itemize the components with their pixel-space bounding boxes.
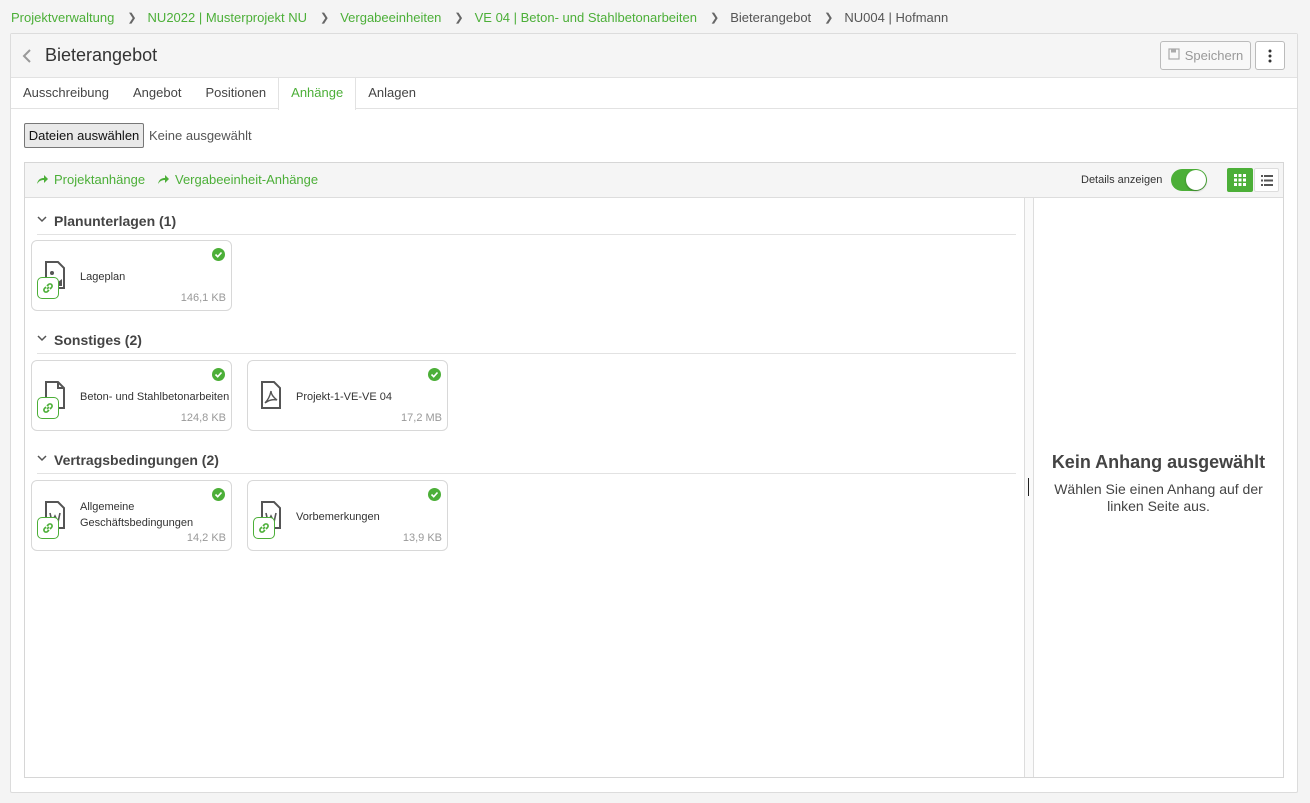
breadcrumb-current-bieterangebot: Bieterangebot xyxy=(730,9,812,25)
check-circle-icon xyxy=(428,368,441,384)
details-toggle[interactable] xyxy=(1171,169,1207,191)
attachment-detail-pane: Kein Anhang ausgewählt Wählen Sie einen … xyxy=(1034,198,1283,777)
link-icon xyxy=(37,517,59,539)
breadcrumb: Projektverwaltung ❯ NU2022 | Musterproje… xyxy=(11,8,948,26)
file-card-projekt-pdf[interactable]: Projekt-1-VE-VE 04 17,2 MB xyxy=(247,360,448,431)
breadcrumb-separator-icon: ❯ xyxy=(127,11,137,24)
list-icon xyxy=(1260,174,1273,186)
page-header: Bieterangebot Speichern xyxy=(11,34,1297,78)
tab-ausschreibung[interactable]: Ausschreibung xyxy=(11,78,121,109)
breadcrumb-link-project[interactable]: NU2022 | Musterprojekt NU xyxy=(148,10,307,25)
more-options-button[interactable] xyxy=(1255,41,1285,70)
file-size: 14,2 KB xyxy=(186,532,226,544)
breadcrumb-separator-icon: ❯ xyxy=(710,11,720,24)
link-icon xyxy=(37,277,59,299)
chevron-down-icon xyxy=(37,333,54,345)
tab-positionen[interactable]: Positionen xyxy=(193,78,278,109)
file-name: Allgemeine Geschäftsbedingungen xyxy=(80,501,194,529)
share-arrow-icon xyxy=(37,175,48,184)
check-circle-icon xyxy=(212,368,225,384)
vertical-dots-icon xyxy=(1268,49,1272,62)
tab-bar: Ausschreibung Angebot Positionen Anhänge… xyxy=(11,78,1297,110)
group-title: Sonstiges (2) xyxy=(54,332,142,348)
splitter-grip[interactable] xyxy=(1028,478,1029,496)
group-header-planunterlagen[interactable]: Planunterlagen (1) xyxy=(37,213,1016,235)
details-toggle-label: Details anzeigen xyxy=(1081,174,1163,186)
file-size: 146,1 KB xyxy=(180,292,226,304)
tab-anhaenge[interactable]: Anhänge xyxy=(278,78,357,110)
breadcrumb-link-vergabeeinheiten[interactable]: Vergabeeinheiten xyxy=(340,10,441,25)
file-card-vorbemerkungen[interactable]: Vorbemerkungen 13,9 KB xyxy=(247,480,448,551)
choose-files-button[interactable]: Dateien auswählen xyxy=(24,123,144,148)
attachments-panel: Projektanhänge Vergabeeinheit-Anhänge De… xyxy=(24,162,1284,778)
unit-attachments-link[interactable]: Vergabeeinheit-Anhänge xyxy=(157,172,318,187)
file-name: Projekt-1-VE-VE 04 xyxy=(296,391,392,403)
chevron-down-icon xyxy=(37,214,54,226)
page-title: Bieterangebot xyxy=(45,45,158,65)
check-circle-icon xyxy=(428,488,441,504)
chevron-down-icon xyxy=(37,453,54,465)
breadcrumb-link-projektverwaltung[interactable]: Projektverwaltung xyxy=(11,10,114,25)
file-size: 17,2 MB xyxy=(401,412,442,424)
main-card: Bieterangebot Speichern Ausschreibung An… xyxy=(10,33,1298,793)
pdf-file-icon xyxy=(260,381,282,412)
chevron-left-icon[interactable] xyxy=(22,47,36,65)
empty-state-title: Kein Anhang ausgewählt xyxy=(1051,452,1266,472)
file-name: Lageplan xyxy=(80,271,126,283)
breadcrumb-separator-icon: ❯ xyxy=(824,11,834,24)
file-size: 13,9 KB xyxy=(402,532,442,544)
share-arrow-icon xyxy=(158,175,169,184)
file-name: Vorbemerkungen xyxy=(296,511,380,523)
tab-angebot[interactable]: Angebot xyxy=(121,78,193,109)
attachments-toolbar: Projektanhänge Vergabeeinheit-Anhänge De… xyxy=(25,163,1283,198)
grid-icon xyxy=(1234,174,1246,186)
group-header-sonstiges[interactable]: Sonstiges (2) xyxy=(37,332,1016,354)
floppy-disk-icon xyxy=(1168,48,1180,63)
check-circle-icon xyxy=(212,488,225,504)
file-card-beton[interactable]: Beton- und Stahlbetonarbeiten 124,8 KB xyxy=(31,360,232,431)
check-circle-icon xyxy=(212,248,225,264)
group-title: Vertragsbedingungen (2) xyxy=(54,452,219,468)
unit-attachments-label: Vergabeeinheit-Anhänge xyxy=(175,172,319,187)
grid-view-button[interactable] xyxy=(1227,168,1253,192)
save-button[interactable]: Speichern xyxy=(1160,41,1251,70)
list-view-button[interactable] xyxy=(1254,168,1279,192)
file-size: 124,8 KB xyxy=(180,412,226,424)
breadcrumb-link-ve04[interactable]: VE 04 | Beton- und Stahlbetonarbeiten xyxy=(475,10,697,25)
pane-splitter[interactable] xyxy=(1024,198,1034,777)
link-icon xyxy=(37,397,59,419)
file-card-agb[interactable]: Allgemeine Geschäftsbedingungen 14,2 KB xyxy=(31,480,232,551)
file-name: Beton- und Stahlbetonarbeiten xyxy=(80,391,230,403)
group-header-vertragsbedingungen[interactable]: Vertragsbedingungen (2) xyxy=(37,452,1016,474)
toggle-knob xyxy=(1186,170,1206,190)
file-selection-status: Keine ausgewählt xyxy=(149,128,252,143)
empty-state-text: Wählen Sie einen Anhang auf der linken S… xyxy=(1054,481,1263,514)
project-attachments-link[interactable]: Projektanhänge xyxy=(36,172,145,187)
project-attachments-label: Projektanhänge xyxy=(54,172,146,187)
breadcrumb-separator-icon: ❯ xyxy=(319,11,330,24)
link-icon xyxy=(253,517,275,539)
group-title: Planunterlagen (1) xyxy=(54,213,177,229)
breadcrumb-separator-icon: ❯ xyxy=(454,11,464,24)
attachments-list: Planunterlagen (1) Lageplan 146,1 KB Son… xyxy=(25,198,1025,777)
file-card-lageplan[interactable]: Lageplan 146,1 KB xyxy=(31,240,232,311)
save-button-label: Speichern xyxy=(1184,48,1244,63)
breadcrumb-current-bidder: NU004 | Hofmann xyxy=(844,9,949,25)
tab-anlagen[interactable]: Anlagen xyxy=(356,78,428,109)
